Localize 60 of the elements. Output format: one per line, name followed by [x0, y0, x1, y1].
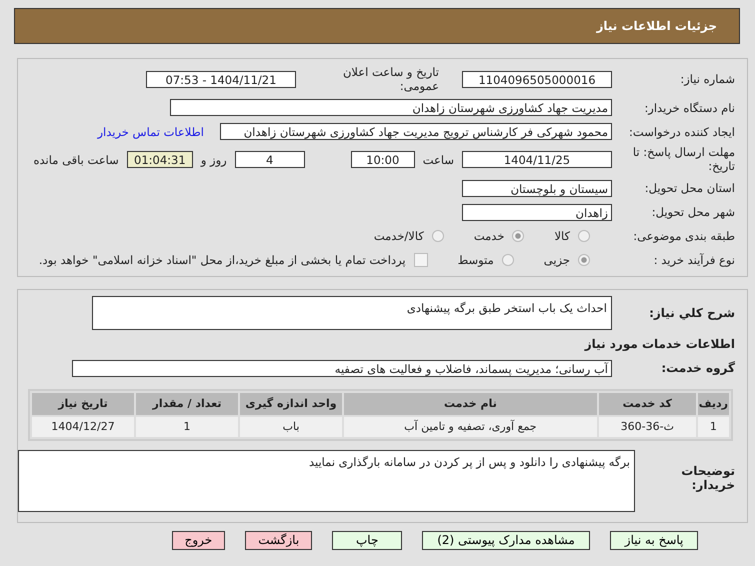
field-label: استان محل تحویل: — [644, 181, 735, 196]
days-field[interactable]: 4 — [234, 151, 305, 168]
radio-button[interactable] — [578, 230, 590, 242]
creator-field[interactable]: محمود شهرکی فر کارشناس ترویج مدیریت جهاد کشاورزی شهرستان زاهدان — [220, 123, 612, 140]
field-label: تاریخ و ساعت اعلان عمومی: — [342, 65, 439, 93]
field-label: توضیحات خریدار: — [680, 462, 735, 492]
table-cell: 1 — [698, 416, 729, 437]
page-title: جزئیات اطلاعات نیاز — [596, 19, 717, 33]
field-label: مهلت ارسال پاسخ: تا تاریخ: — [632, 146, 735, 174]
column-header: واحد اندازه گیری — [240, 392, 342, 415]
column-header: نام خدمت — [344, 392, 597, 415]
action-button[interactable]: پاسخ به نیاز — [610, 530, 698, 550]
field-label: گروه خدمت: — [660, 361, 735, 376]
field-label: نام دستگاه خریدار: — [643, 100, 735, 114]
remaining-time-field: 01:04:31 — [126, 151, 193, 168]
radio-button[interactable] — [502, 254, 514, 266]
action-button[interactable]: خروج — [172, 530, 226, 550]
section-title: اطلاعات خدمات مورد نیاز — [584, 337, 735, 352]
column-header: تعداد / مقدار — [136, 392, 238, 415]
checkbox[interactable] — [414, 253, 428, 268]
radio-label: خدمت — [474, 229, 504, 244]
buyer-notes-field[interactable]: برگه پیشنهادی را دانلود و پس از پر کردن در سامانه بارگذاری نمایید — [18, 450, 635, 512]
radio-label: کالا/خدمت — [374, 229, 424, 244]
buyer-contact-link[interactable]: اطلاعات تماس خریدار — [97, 124, 204, 138]
table-cell: 1404/12/27 — [32, 416, 134, 437]
service-group-field[interactable]: آب رسانی؛ مدیریت پسماند، فاضلاب و فعالیت های تصفیه — [72, 360, 612, 377]
field-label: شماره نیاز: — [679, 72, 735, 86]
description-field[interactable]: احداث یک باب استخر طبق برگه پیشنهادی — [92, 296, 612, 330]
city-field[interactable]: زاهدان — [462, 204, 612, 221]
radio-button[interactable] — [578, 254, 590, 266]
radio-label: متوسط — [458, 253, 494, 268]
field-label: شرح کلي نياز: — [648, 306, 735, 320]
checkbox-label: پرداخت تمام یا بخشی از مبلغ خرید،از محل "اسناد خزانه اسلامی" خواهد بود. — [38, 253, 406, 268]
table-cell: جمع آوری، تصفیه و تامین آب — [344, 416, 597, 437]
field-label: ایجاد کننده درخواست: — [628, 124, 735, 138]
field-label: طبقه بندی موضوعی: — [632, 229, 735, 244]
radio-label: جزیی — [544, 253, 570, 268]
province-field[interactable]: سیستان و بلوچستان — [462, 180, 612, 197]
remaining-label: ساعت باقی مانده — [34, 152, 119, 167]
action-button[interactable]: مشاهده مدارک پیوستی (2) — [422, 530, 590, 550]
deadline-time-field[interactable]: 10:00 — [350, 151, 415, 168]
field-label: نوع فرآیند خرید : — [652, 253, 735, 268]
days-label: روز و — [200, 152, 227, 167]
radio-button[interactable] — [512, 230, 524, 242]
deadline-date-field[interactable]: 1404/11/25 — [462, 151, 612, 168]
time-label: ساعت — [422, 152, 454, 167]
field-label: شهر محل تحویل: — [650, 205, 735, 220]
radio-button[interactable] — [432, 230, 444, 242]
column-header: ردیف — [698, 392, 729, 415]
table-cell: باب — [240, 416, 342, 437]
need-number-field[interactable]: 1104096505000016 — [462, 70, 612, 88]
column-header: تاریخ نیاز — [32, 392, 134, 415]
announce-date-field[interactable]: 1404/11/21 - 07:53 — [146, 70, 296, 88]
table-cell: 1 — [136, 416, 238, 437]
table-cell: ث-36-360 — [598, 416, 696, 437]
action-button[interactable]: بازگشت — [245, 530, 312, 550]
column-header: کد خدمت — [598, 392, 696, 415]
radio-label: کالا — [554, 229, 570, 244]
action-button[interactable]: چاپ — [332, 530, 402, 550]
buyer-field[interactable]: مدیریت جهاد کشاورزی شهرستان زاهدان — [170, 99, 612, 116]
